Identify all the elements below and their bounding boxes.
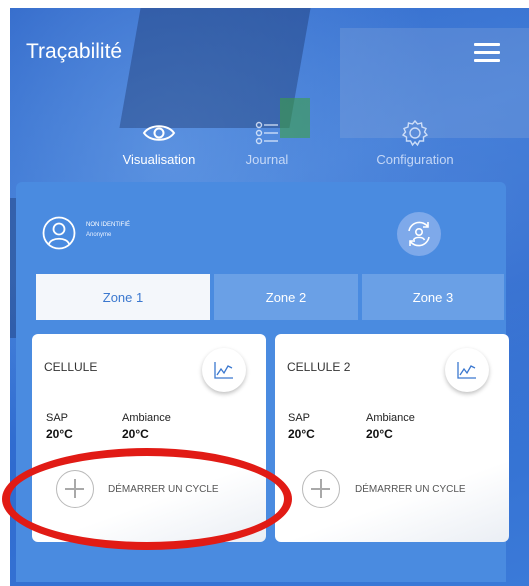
hamburger-menu-icon[interactable] bbox=[474, 43, 500, 63]
tab-configuration[interactable]: Configuration bbox=[350, 118, 480, 170]
chart-icon bbox=[457, 362, 476, 379]
user-avatar-icon[interactable] bbox=[42, 216, 76, 250]
chart-button[interactable] bbox=[202, 348, 246, 392]
start-cycle-plus-icon[interactable] bbox=[302, 470, 340, 508]
sap-value: 20°C bbox=[46, 427, 73, 441]
ambiance-value: 20°C bbox=[122, 427, 149, 441]
cell-title: CELLULE bbox=[44, 360, 98, 374]
ambiance-value: 20°C bbox=[366, 427, 393, 441]
user-sync-icon bbox=[408, 221, 430, 247]
tab-zone-3[interactable]: Zone 3 bbox=[362, 274, 504, 320]
start-cycle-button[interactable]: DÉMARRER UN CYCLE bbox=[355, 484, 466, 495]
switch-user-button[interactable] bbox=[397, 212, 441, 256]
start-cycle-plus-icon[interactable] bbox=[56, 470, 94, 508]
sap-label: SAP bbox=[288, 412, 311, 424]
chart-button[interactable] bbox=[445, 348, 489, 392]
app-bar: Traçabilité bbox=[0, 0, 519, 110]
tab-journal[interactable]: Journal bbox=[202, 118, 332, 170]
user-name: Anonyme bbox=[86, 232, 112, 238]
app-title: Traçabilité bbox=[26, 40, 123, 63]
tab-zone-2[interactable]: Zone 2 bbox=[214, 274, 358, 320]
sap-label: SAP bbox=[46, 412, 69, 424]
chart-icon bbox=[214, 362, 233, 379]
cell-title: CELLULE 2 bbox=[287, 360, 351, 374]
gear-icon bbox=[350, 118, 480, 148]
tab-label: Journal bbox=[245, 152, 289, 167]
cell-card: CELLULE 2 SAP 20°C Ambiance 20°C DÉMARRE… bbox=[275, 334, 509, 542]
start-cycle-button[interactable]: DÉMARRER UN CYCLE bbox=[108, 484, 219, 495]
tab-zone-1[interactable]: Zone 1 bbox=[36, 274, 210, 320]
ambiance-label: Ambiance bbox=[366, 412, 415, 424]
sap-value: 20°C bbox=[288, 427, 315, 441]
tab-label: Configuration bbox=[376, 152, 454, 167]
list-icon bbox=[202, 118, 332, 148]
ambiance-label: Ambiance bbox=[122, 412, 171, 424]
cell-card: CELLULE SAP 20°C Ambiance 20°C DÉMARRER … bbox=[32, 334, 266, 542]
user-status: NON IDENTIFIÉ bbox=[86, 222, 131, 228]
